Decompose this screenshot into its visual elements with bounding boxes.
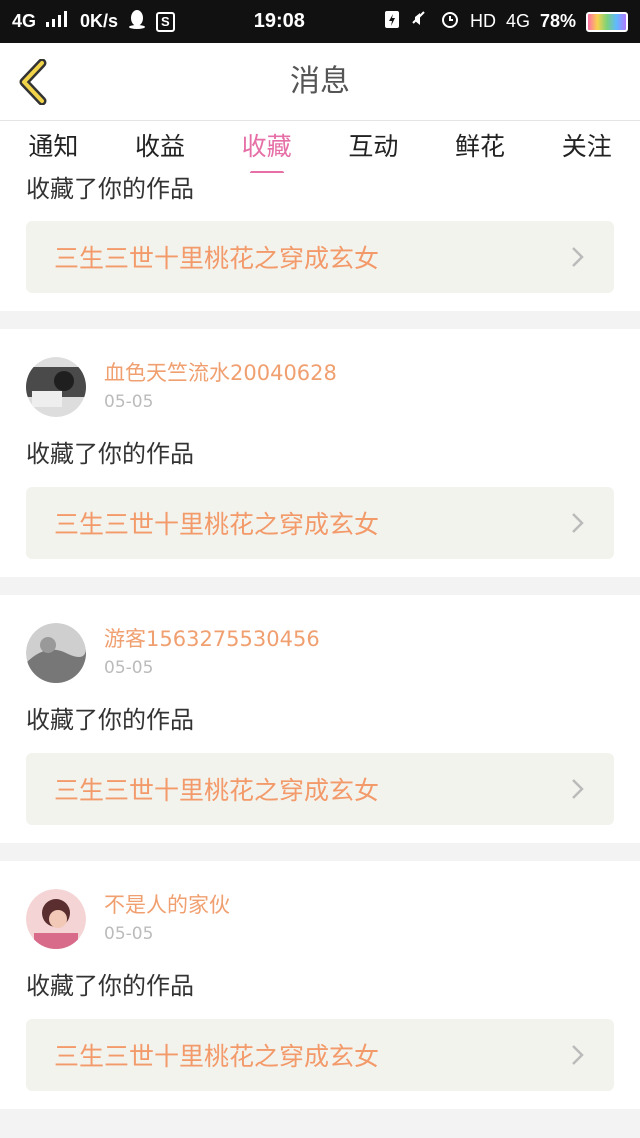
header: 消息: [0, 43, 640, 121]
network-speed: 0K/s: [80, 11, 119, 31]
avatar[interactable]: [26, 889, 86, 949]
battery-saver-icon: [384, 9, 400, 34]
hd-indicator: HD: [469, 11, 496, 31]
message-text: 收藏了你的作品: [26, 972, 194, 1000]
list-item: 不是人的家伙 05-05 收藏了你的作品 三生三世十里桃花之穿成玄女: [0, 861, 640, 1109]
chevron-right-icon: [572, 1045, 584, 1065]
work-link[interactable]: 三生三世十里桃花之穿成玄女: [26, 221, 614, 293]
username[interactable]: 游客1563275530456: [104, 624, 320, 654]
battery-icon: [586, 11, 628, 32]
work-title: 三生三世十里桃花之穿成玄女: [54, 776, 380, 805]
message-list: 收藏了你的作品 三生三世十里桃花之穿成玄女 血色天竺流水20040628 05-…: [0, 173, 640, 1109]
s-app-icon: S: [156, 11, 175, 32]
list-item: 血色天竺流水20040628 05-05 收藏了你的作品 三生三世十里桃花之穿成…: [0, 329, 640, 577]
mute-icon: [410, 9, 430, 34]
tab-flowers[interactable]: 鲜花: [427, 121, 534, 179]
chevron-right-icon: [572, 779, 584, 799]
user-row: 不是人的家伙 05-05: [26, 861, 614, 949]
date: 05-05: [104, 924, 154, 944]
avatar[interactable]: [26, 357, 86, 417]
status-bar: 4G 0K/s S 19:08 HD 4G 78%: [0, 0, 640, 43]
message-text: 收藏了你的作品: [26, 706, 194, 734]
work-title: 三生三世十里桃花之穿成玄女: [54, 244, 380, 273]
tab-notifications[interactable]: 通知: [0, 121, 107, 179]
message-text: 收藏了你的作品: [26, 175, 194, 203]
qq-icon: [128, 9, 146, 34]
list-item: 游客1563275530456 05-05 收藏了你的作品 三生三世十里桃花之穿…: [0, 595, 640, 843]
battery-percent: 78%: [539, 11, 576, 31]
user-row: 游客1563275530456 05-05: [26, 595, 614, 683]
page-title: 消息: [290, 64, 350, 99]
list-item: 收藏了你的作品 三生三世十里桃花之穿成玄女: [0, 173, 640, 311]
tab-following[interactable]: 关注: [533, 121, 640, 179]
clock: 19:08: [253, 10, 305, 32]
work-link[interactable]: 三生三世十里桃花之穿成玄女: [26, 1019, 614, 1091]
alarm-icon: [440, 9, 460, 34]
work-title: 三生三世十里桃花之穿成玄女: [54, 510, 380, 539]
user-row: 血色天竺流水20040628 05-05: [26, 329, 614, 417]
network-indicator: 4G: [12, 11, 37, 31]
tab-interactions[interactable]: 互动: [320, 121, 427, 179]
network-indicator-2: 4G: [505, 11, 530, 31]
work-link[interactable]: 三生三世十里桃花之穿成玄女: [26, 753, 614, 825]
date: 05-05: [104, 392, 154, 412]
username[interactable]: 血色天竺流水20040628: [104, 358, 337, 388]
date: 05-05: [104, 658, 154, 678]
avatar[interactable]: [26, 623, 86, 683]
tab-bar: 通知 收益 收藏 互动 鲜花 关注: [0, 121, 640, 179]
signal-icon: [46, 11, 70, 32]
work-link[interactable]: 三生三世十里桃花之穿成玄女: [26, 487, 614, 559]
tab-earnings[interactable]: 收益: [107, 121, 214, 179]
username[interactable]: 不是人的家伙: [104, 890, 230, 920]
work-title: 三生三世十里桃花之穿成玄女: [54, 1042, 380, 1071]
tab-favorites[interactable]: 收藏: [213, 121, 320, 179]
chevron-right-icon: [572, 247, 584, 267]
chevron-right-icon: [572, 513, 584, 533]
message-text: 收藏了你的作品: [26, 440, 194, 468]
